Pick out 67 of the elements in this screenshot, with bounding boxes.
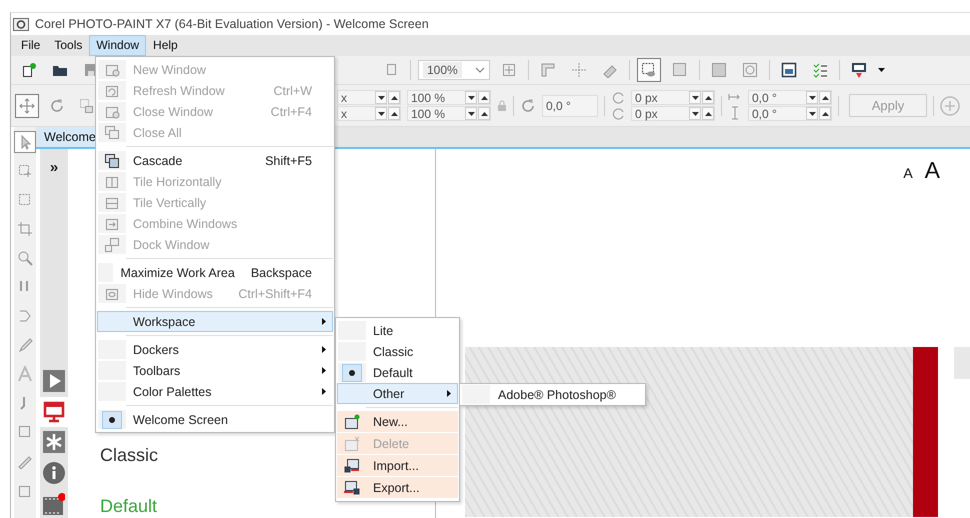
menu-item[interactable]: Import... [337,455,458,476]
plus-circle-icon [940,96,960,116]
number-field[interactable]: x [337,106,401,121]
submenu-arrow-icon [322,388,326,395]
menu-item[interactable]: Adobe® Photoshop® [461,384,644,405]
menu-bar-item[interactable]: File [14,35,48,56]
camera-icon [13,16,29,32]
menu-item[interactable]: Export... [337,477,458,498]
rotation-field[interactable]: 0,0 ° [542,94,598,116]
submenu-arrow-icon [322,318,326,325]
delete-workspace-icon [344,436,360,452]
marquee-view-icon[interactable] [637,58,661,82]
film-icon [43,492,65,515]
spin-up-icon[interactable] [819,91,831,104]
submenu-arrow-icon [322,367,326,374]
cascade-icon [104,152,120,168]
spin-up-icon[interactable] [702,107,714,120]
stacked-windows-icon [104,124,120,140]
spin-up-icon[interactable] [819,107,831,120]
menu-item[interactable]: New... [337,411,458,432]
lock-icon [497,100,507,112]
pointer-icon[interactable] [14,131,36,153]
chevron-down-icon [475,67,485,73]
number-field[interactable]: 0 px [631,106,715,121]
play-icon [43,370,65,392]
dock-window-icon [104,236,120,252]
caret-icon[interactable] [878,68,885,72]
menu-item[interactable]: Toolbars [97,360,333,381]
font-size-button[interactable]: A [903,165,913,181]
info-icon [43,462,65,484]
rotate-icon [520,98,536,114]
menu-item[interactable]: Color Palettes [97,381,333,402]
number-field[interactable]: 0,0 ° [748,90,832,105]
window-title: Corel PHOTO-PAINT X7 (64-Bit Evaluation Version) - Welcome Screen [35,17,429,31]
menu-bar-item[interactable]: Tools [47,35,90,56]
expand-chevron[interactable]: » [50,159,58,176]
font-size-button[interactable]: A [924,157,940,184]
submenu-arrow-icon [322,346,326,353]
menu-item[interactable]: Classic [337,341,458,362]
spin-up-icon[interactable] [478,91,490,104]
spin-up-icon[interactable] [388,91,400,104]
spin-up-icon[interactable] [388,107,400,120]
number-field[interactable]: x [337,90,401,105]
move-icon[interactable] [15,94,39,118]
submenu-arrow-icon [447,390,451,397]
menu-item[interactable]: Welcome Screen [97,409,333,430]
menu-bar-item[interactable]: Window [89,35,146,56]
monitor-icon [43,400,65,423]
export-workspace-icon [344,480,360,496]
spin-up-icon[interactable] [702,91,714,104]
menu-bar-item[interactable]: Help [146,35,185,56]
number-field[interactable]: 0 px [631,90,715,105]
zoom-dropdown[interactable]: 100% [418,60,490,80]
menu-item[interactable]: Default [337,362,458,383]
number-field[interactable]: 0,0 ° [748,106,832,121]
new-workspace-icon [344,414,360,430]
number-field[interactable]: 100 % [407,106,491,121]
star-icon [43,431,65,454]
menu-item[interactable]: Workspace [97,311,333,332]
menu-item[interactable]: Other [337,383,458,404]
menu-item[interactable]: Lite [337,320,458,341]
import-workspace-icon [344,458,360,474]
number-field[interactable]: 100 % [407,90,491,105]
menu-item[interactable]: Dockers [97,339,333,360]
menu-item[interactable]: Maximize Work Area Backspace [97,262,333,283]
menu-item[interactable]: Cascade Shift+F5 [97,150,333,171]
spin-up-icon[interactable] [478,107,490,120]
